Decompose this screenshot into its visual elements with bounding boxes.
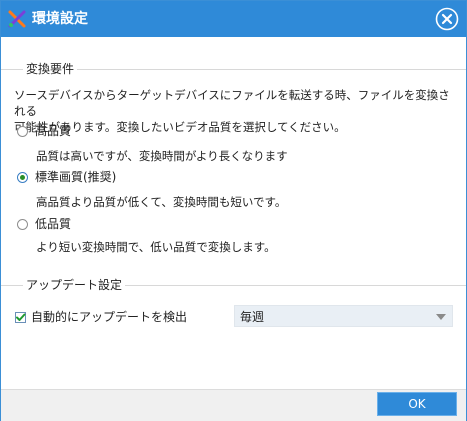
radio-selected-dot	[20, 174, 25, 180]
update-section-title: アップデート設定	[23, 277, 126, 293]
dialog-footer: OK	[1, 389, 466, 421]
radio-label: 標準画質(推奨)	[35, 170, 117, 184]
standard-quality-description: 高品質より品質が低くて、変換時間も短いです。	[36, 195, 287, 209]
low-quality-description: より短い変換時間で、低い品質で変換します。	[36, 240, 276, 254]
radio-high-quality[interactable]: 高品質	[17, 123, 71, 139]
auto-update-label: 自動的にアップデートを検出	[31, 310, 188, 324]
high-quality-description: 品質は高いですが、変換時間がより長くなります	[36, 149, 288, 163]
update-frequency-value: 毎週	[240, 310, 265, 324]
dialog-title: 環境設定	[32, 11, 88, 27]
radio-low-quality[interactable]: 低品質	[17, 216, 71, 232]
radio-label: 高品質	[35, 124, 72, 138]
chevron-down-icon[interactable]	[436, 314, 446, 320]
radio-label: 低品質	[35, 217, 72, 231]
title-bar[interactable]: 環境設定	[1, 1, 466, 37]
radio-button-selected[interactable]	[17, 171, 28, 183]
close-icon[interactable]	[435, 7, 459, 31]
preferences-dialog: 環境設定 変換要件 ソースデバイスからターゲットデバイスにファイルを転送する時、…	[0, 0, 467, 421]
checkmark-icon	[16, 313, 26, 321]
radio-standard-quality[interactable]: 標準画質(推奨)	[17, 169, 116, 185]
radio-button[interactable]	[17, 218, 28, 230]
radio-button[interactable]	[17, 125, 28, 137]
auto-update-checkbox[interactable]	[15, 311, 26, 323]
conversion-section-title: 変換要件	[23, 61, 78, 77]
auto-update-checkbox-row[interactable]: 自動的にアップデートを検出	[15, 309, 187, 325]
ok-button[interactable]: OK	[377, 392, 457, 416]
scissors-x-icon	[8, 10, 26, 28]
update-frequency-select[interactable]: 毎週	[234, 305, 453, 327]
conversion-description: ソースデバイスからターゲットデバイスにファイルを転送する時、ファイルを変換される…	[14, 87, 454, 135]
description-line-1: ソースデバイスからターゲットデバイスにファイルを転送する時、ファイルを変換される	[14, 88, 450, 118]
description-line-2: 可能性があります。変換したいビデオ品質を選択してください。	[14, 120, 346, 134]
